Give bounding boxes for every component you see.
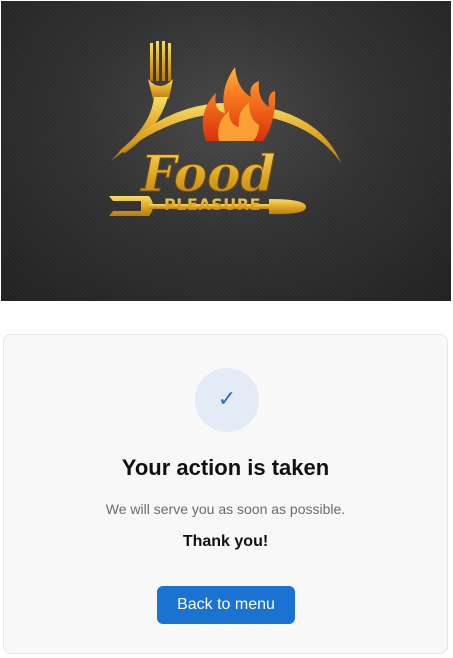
hero-banner: Food PLEASURE [1, 1, 451, 301]
checkmark-badge: ✓ [195, 368, 259, 432]
checkmark-icon: ✓ [217, 387, 237, 412]
food-pleasure-logo: Food PLEASURE [109, 41, 341, 216]
back-to-menu-button[interactable]: Back to menu [157, 586, 295, 624]
thank-you-text: Thank you! [182, 533, 269, 550]
confirmation-title: Your action is taken [121, 455, 330, 480]
flame-icon [202, 67, 276, 141]
confirmation-card: ✓ Your action is taken We will serve you… [3, 334, 448, 654]
confirmation-message: We will serve you as soon as possible. [105, 501, 346, 517]
logo-tagline: PLEASURE [164, 195, 261, 214]
